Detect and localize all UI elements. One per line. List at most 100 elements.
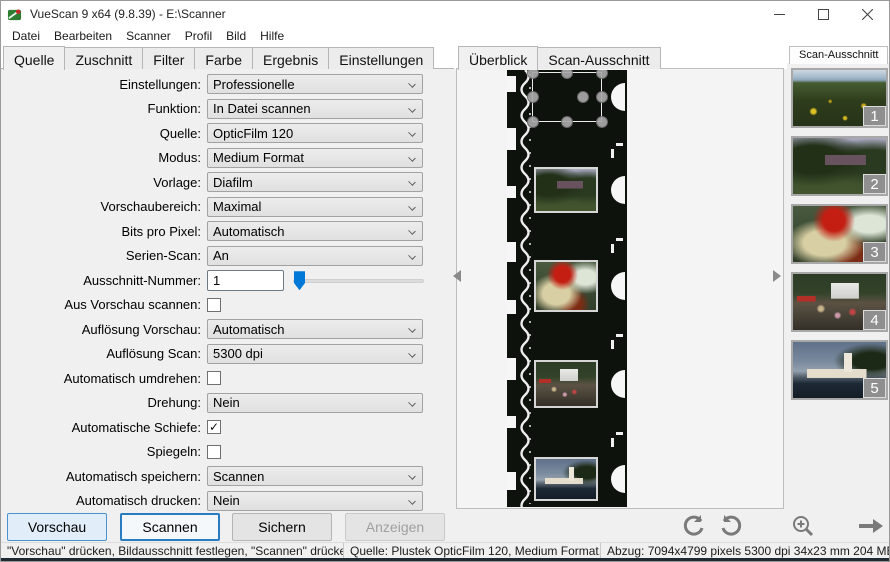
form-row-frame-number: Ausschnitt-Nummer:1: [1, 268, 454, 293]
label-scan-resolution: Auflösung Scan:: [1, 346, 207, 361]
chevron-down-icon: [408, 154, 416, 162]
crop-handle[interactable]: [561, 116, 573, 128]
chevron-down-icon: [408, 472, 416, 480]
checkbox-auto-flip[interactable]: [207, 371, 221, 385]
thumbnail-building-park[interactable]: 2: [791, 136, 888, 196]
combo-auto-save[interactable]: Scannen: [207, 466, 423, 486]
film-edge-block: [507, 242, 516, 262]
film-edge-mark: [611, 438, 614, 447]
combo-bits-per-pixel[interactable]: Automatisch: [207, 221, 423, 241]
crop-handle[interactable]: [561, 70, 573, 79]
menu-item-datei[interactable]: Datei: [5, 28, 47, 44]
preview-button[interactable]: Vorschau: [7, 513, 107, 541]
combo-auto-print[interactable]: Nein: [207, 491, 423, 511]
combo-scan-resolution[interactable]: 5300 dpi: [207, 344, 423, 364]
close-button[interactable]: [845, 1, 889, 27]
previous-frame-arrow[interactable]: [453, 270, 461, 282]
combo-media[interactable]: Diafilm: [207, 172, 423, 192]
scan-button[interactable]: Scannen: [120, 513, 220, 541]
crop-handle[interactable]: [596, 116, 608, 128]
label-frame-number: Ausschnitt-Nummer:: [1, 273, 207, 288]
thumbnail-number-badge: 4: [863, 310, 886, 330]
crop-handle[interactable]: [596, 70, 608, 79]
menu-item-bearbeiten[interactable]: Bearbeiten: [47, 28, 119, 44]
slider-track[interactable]: [293, 279, 424, 283]
label-bits-per-pixel: Bits pro Pixel:: [1, 224, 207, 239]
thumbnails-panel: 1 2 3 4 5: [787, 63, 890, 511]
thumbnail-mission-church[interactable]: 5: [791, 340, 888, 400]
label-source: Quelle:: [1, 126, 207, 141]
frame-number-input[interactable]: 1: [207, 270, 284, 291]
film-frame-5[interactable]: [534, 457, 598, 501]
film-frame-4[interactable]: [534, 360, 598, 408]
rotate-right-button[interactable]: [719, 514, 743, 538]
thumbnails-tab[interactable]: Scan-Ausschnitt: [789, 46, 888, 64]
checkbox-mirror[interactable]: [207, 445, 221, 459]
save-button[interactable]: Sichern: [232, 513, 332, 541]
crop-handle[interactable]: [577, 91, 589, 103]
combo-preview-resolution[interactable]: Automatisch: [207, 319, 423, 339]
checkbox-scan-from-preview[interactable]: [207, 298, 221, 312]
form-row-media: Vorlage:Diafilm: [1, 170, 454, 195]
tab-quelle[interactable]: Quelle: [3, 46, 65, 70]
film-edge-mark: [611, 244, 614, 253]
preview-panel: [456, 68, 784, 509]
combo-value-auto-save: Scannen: [208, 469, 264, 484]
film-strip[interactable]: [507, 70, 627, 507]
slider-handle[interactable]: [294, 271, 305, 290]
thumbnail-rooster[interactable]: 3: [791, 204, 888, 264]
film-edge-block: [507, 300, 516, 314]
crop-handle[interactable]: [527, 70, 539, 79]
combo-source[interactable]: OpticFilm 120: [207, 123, 423, 143]
label-rotation: Drehung:: [1, 395, 207, 410]
menu-item-bild[interactable]: Bild: [219, 28, 253, 44]
thumbnail-number-badge: 3: [863, 242, 886, 262]
thumbnail-sunflower-field[interactable]: 1: [791, 68, 888, 128]
thumbnail-harbor-crowd[interactable]: 4: [791, 272, 888, 332]
form-row-auto-skew: Automatische Schiefe:✓: [1, 415, 454, 440]
minimize-button[interactable]: [757, 1, 801, 27]
combo-batch-scan[interactable]: An: [207, 246, 423, 266]
tab-filter[interactable]: Filter: [142, 47, 195, 69]
menu-item-profil[interactable]: Profil: [178, 28, 219, 44]
film-frame-1[interactable]: [532, 72, 602, 122]
menu-item-hilfe[interactable]: Hilfe: [253, 28, 291, 44]
menu-item-scanner[interactable]: Scanner: [119, 28, 178, 44]
frame-number-slider[interactable]: [293, 270, 424, 290]
tab-zuschnitt[interactable]: Zuschnitt: [64, 47, 143, 69]
advance-frame-button[interactable]: [857, 514, 881, 538]
combo-mode[interactable]: Medium Format: [207, 148, 423, 168]
menu-bar: DateiBearbeitenScannerProfilBildHilfe: [1, 27, 889, 45]
checkbox-auto-skew[interactable]: ✓: [207, 420, 221, 434]
status-source: Quelle: Plustek OpticFilm 120, Medium Fo…: [343, 543, 600, 558]
rotate-left-button[interactable]: [682, 514, 706, 538]
combo-preview-area[interactable]: Maximal: [207, 197, 423, 217]
combo-value-source: OpticFilm 120: [208, 126, 293, 141]
next-frame-arrow[interactable]: [773, 270, 781, 282]
maximize-button[interactable]: [801, 1, 845, 27]
film-edge-block: [507, 416, 516, 428]
form-row-mirror: Spiegeln:: [1, 440, 454, 465]
crop-handle[interactable]: [596, 91, 608, 103]
zoom-in-button[interactable]: [791, 514, 815, 538]
vuescan-window: VueScan 9 x64 (9.8.39) - E:\Scanner Date…: [0, 0, 890, 562]
combo-rotation[interactable]: Nein: [207, 393, 423, 413]
crop-handle[interactable]: [527, 116, 539, 128]
form-row-mode: Modus:Medium Format: [1, 146, 454, 171]
combo-value-mode: Medium Format: [208, 150, 304, 165]
tab-farbe[interactable]: Farbe: [194, 47, 253, 69]
preview-tab-ueberblick[interactable]: Überblick: [458, 46, 538, 70]
film-frame-2[interactable]: [534, 167, 598, 213]
film-frame-3[interactable]: [534, 260, 598, 312]
combo-settings[interactable]: Professionelle: [207, 74, 423, 94]
chevron-down-icon: [408, 105, 416, 113]
tab-einstellungen[interactable]: Einstellungen: [328, 47, 434, 69]
title-bar: VueScan 9 x64 (9.8.39) - E:\Scanner: [1, 1, 889, 27]
status-bar: "Vorschau" drücken, Bildausschnitt festl…: [1, 542, 889, 558]
preview-tab-scan-ausschnitt[interactable]: Scan-Ausschnitt: [537, 47, 660, 69]
tab-ergebnis[interactable]: Ergebnis: [252, 47, 329, 69]
form-row-scan-resolution: Auflösung Scan:5300 dpi: [1, 342, 454, 367]
crop-handle[interactable]: [527, 91, 539, 103]
combo-function[interactable]: In Datei scannen: [207, 99, 423, 119]
chevron-down-icon: [408, 497, 416, 505]
